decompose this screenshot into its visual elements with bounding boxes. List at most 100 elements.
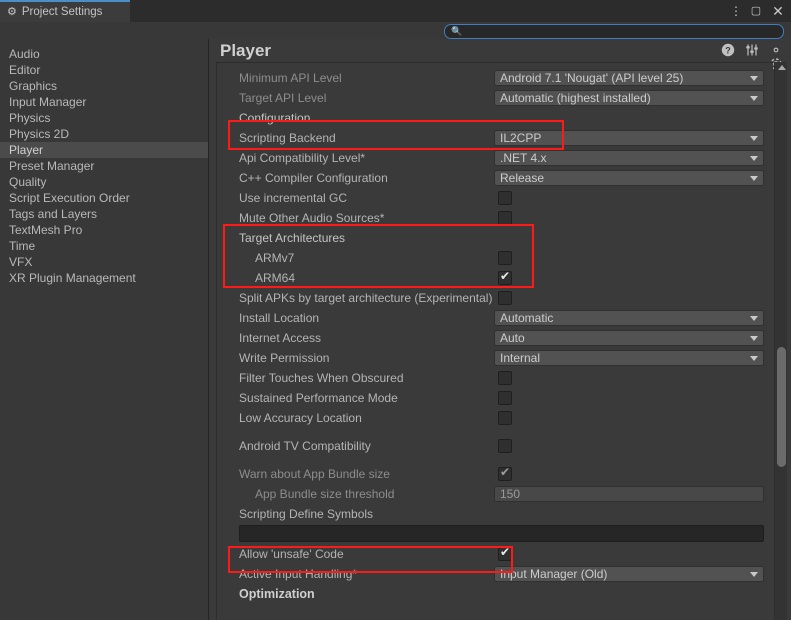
sidebar-item-input-manager[interactable]: Input Manager [0, 94, 208, 110]
dropdown-value-target-api-level: Automatic (highest installed) [500, 91, 651, 105]
close-icon[interactable]: ✕ [769, 0, 787, 22]
setting-row-internet-access: Internet Access Auto [217, 328, 773, 348]
panel-header: Player ? [210, 39, 791, 70]
chevron-down-icon [750, 96, 758, 101]
setting-label-c-compiler-configuration: C++ Compiler Configuration [239, 171, 388, 185]
gear-icon[interactable] [769, 43, 783, 70]
setting-row-active-input-handling: Active Input Handling* Input Manager (Old… [217, 564, 773, 584]
sidebar-item-physics-2d[interactable]: Physics 2D [0, 126, 208, 142]
sidebar-item-tags-and-layers[interactable]: Tags and Layers [0, 206, 208, 222]
chevron-down-icon [750, 356, 758, 361]
dropdown-api-compatibility-level[interactable]: .NET 4.x [494, 150, 764, 166]
sidebar-item-audio[interactable]: Audio [0, 46, 208, 62]
tab-project-settings[interactable]: ⚙ Project Settings [0, 0, 130, 22]
settings-sidebar: Audio Editor Graphics Input Manager Physics P… [0, 39, 209, 620]
checkbox-armv7[interactable] [498, 251, 512, 265]
sidebar-item-time[interactable]: Time [0, 238, 208, 254]
checkbox-filter-touches-when-obscured[interactable] [498, 371, 512, 385]
dropdown-value-scripting-backend: IL2CPP [500, 131, 542, 145]
checkbox-sustained-performance-mode[interactable] [498, 391, 512, 405]
gear-icon: ⚙ [7, 5, 17, 18]
sidebar-item-vfx[interactable]: VFX [0, 254, 208, 270]
window-menu-icon[interactable]: ⋮ [727, 0, 745, 22]
search-row: 🔍 [0, 22, 791, 39]
triangle-up-icon[interactable] [778, 65, 786, 70]
checkbox-low-accuracy-location[interactable] [498, 411, 512, 425]
help-icon[interactable]: ? [721, 43, 735, 57]
checkbox-split-apks-by-target-architecture-experimental[interactable] [498, 291, 512, 305]
setting-label-configuration: Configuration [239, 111, 311, 125]
setting-label-optimization: Optimization [239, 587, 315, 601]
setting-label-internet-access: Internet Access [239, 331, 322, 345]
checkbox-android-tv-compatibility[interactable] [498, 439, 512, 453]
checkbox-arm64[interactable] [498, 269, 512, 285]
setting-row-filter-touches-when-obscured: Filter Touches When Obscured [217, 368, 773, 388]
setting-row-scripting-define-symbols-input [217, 524, 773, 544]
dropdown-active-input-handling[interactable]: Input Manager (Old) [494, 566, 764, 582]
setting-row-sustained-performance-mode: Sustained Performance Mode [217, 388, 773, 408]
dropdown-scripting-backend[interactable]: IL2CPP [494, 130, 764, 146]
setting-row-install-location: Install Location Automatic [217, 308, 773, 328]
search-input[interactable] [466, 25, 767, 38]
dropdown-install-location[interactable]: Automatic [494, 310, 764, 326]
sidebar-item-player[interactable]: Player [0, 142, 208, 158]
setting-label-scripting-define-symbols: Scripting Define Symbols [239, 507, 374, 521]
setting-row-write-permission: Write Permission Internal [217, 348, 773, 368]
setting-row-arm64: ARM64 [217, 268, 773, 288]
sidebar-item-physics[interactable]: Physics [0, 110, 208, 126]
setting-row-warn-about-app-bundle-size: Warn about App Bundle size [217, 464, 773, 484]
setting-row-optimization: Optimization [217, 584, 773, 604]
chevron-down-icon [750, 572, 758, 577]
dropdown-value-internet-access: Auto [500, 331, 525, 345]
textfield-app-bundle-size-threshold[interactable]: 150 [494, 486, 764, 502]
dropdown-internet-access[interactable]: Auto [494, 330, 764, 346]
preset-icon[interactable] [745, 43, 759, 57]
checkbox-allow-unsafe-code[interactable] [498, 545, 512, 561]
dropdown-c-compiler-configuration[interactable]: Release [494, 170, 764, 186]
vertical-scrollbar[interactable] [774, 62, 787, 620]
setting-row-app-bundle-size-threshold: App Bundle size threshold 150 [217, 484, 773, 504]
sidebar-item-textmesh-pro[interactable]: TextMesh Pro [0, 222, 208, 238]
chevron-down-icon [750, 316, 758, 321]
dropdown-minimum-api-level[interactable]: Android 7.1 'Nougat' (API level 25) [494, 70, 764, 86]
setting-label-target-api-level: Target API Level [239, 91, 327, 105]
setting-label-active-input-handling: Active Input Handling* [239, 567, 358, 581]
sidebar-item-quality[interactable]: Quality [0, 174, 208, 190]
dropdown-target-api-level[interactable]: Automatic (highest installed) [494, 90, 764, 106]
scrollbar-thumb[interactable] [777, 347, 786, 467]
sidebar-item-xr-plugin-management[interactable]: XR Plugin Management [0, 270, 208, 286]
setting-label-minimum-api-level: Minimum API Level [239, 71, 342, 85]
setting-label-warn-about-app-bundle-size: Warn about App Bundle size [239, 467, 390, 481]
checkbox-mute-other-audio-sources[interactable] [498, 211, 512, 225]
search-icon: 🔍 [451, 26, 463, 36]
setting-row-scripting-define-symbols: Scripting Define Symbols [217, 504, 773, 524]
checkbox-use-incremental-gc[interactable] [498, 191, 512, 205]
page-title: Player [220, 41, 272, 60]
dropdown-write-permission[interactable]: Internal [494, 350, 764, 366]
setting-row-api-compatibility-level: Api Compatibility Level* .NET 4.x [217, 148, 773, 168]
setting-row-low-accuracy-location: Low Accuracy Location [217, 408, 773, 428]
scripting-define-symbols-field[interactable] [239, 525, 764, 542]
setting-row-android-tv-compatibility: Android TV Compatibility [217, 436, 773, 456]
setting-row-scripting-backend: Scripting Backend IL2CPP [217, 128, 773, 148]
dropdown-value-c-compiler-configuration: Release [500, 171, 545, 185]
checkbox-warn-about-app-bundle-size[interactable] [498, 465, 512, 481]
setting-row-armv7: ARMv7 [217, 248, 773, 268]
svg-text:?: ? [725, 46, 731, 56]
setting-row-target-architectures: Target Architectures [217, 228, 773, 248]
sidebar-item-preset-manager[interactable]: Preset Manager [0, 158, 208, 174]
setting-label-api-compatibility-level: Api Compatibility Level* [239, 151, 366, 165]
sidebar-item-graphics[interactable]: Graphics [0, 78, 208, 94]
settings-scroll-viewport: Minimum API Level Android 7.1 'Nougat' (A… [216, 62, 773, 620]
sidebar-item-script-execution-order[interactable]: Script Execution Order [0, 190, 208, 206]
setting-label-use-incremental-gc: Use incremental GC [239, 191, 348, 205]
sidebar-item-editor[interactable]: Editor [0, 62, 208, 78]
dropdown-value-install-location: Automatic [500, 311, 554, 325]
title-bar: ⚙ Project Settings ⋮ ▢ ✕ [0, 0, 791, 22]
setting-row-spacer [217, 456, 773, 464]
setting-row-split-apks-by-target-architecture-experimental: Split APKs by target architecture (Exper… [217, 288, 773, 308]
search-box[interactable]: 🔍 [444, 24, 784, 39]
setting-row-c-compiler-configuration: C++ Compiler Configuration Release [217, 168, 773, 188]
setting-label-sustained-performance-mode: Sustained Performance Mode [239, 391, 398, 405]
maximize-icon[interactable]: ▢ [747, 0, 765, 22]
